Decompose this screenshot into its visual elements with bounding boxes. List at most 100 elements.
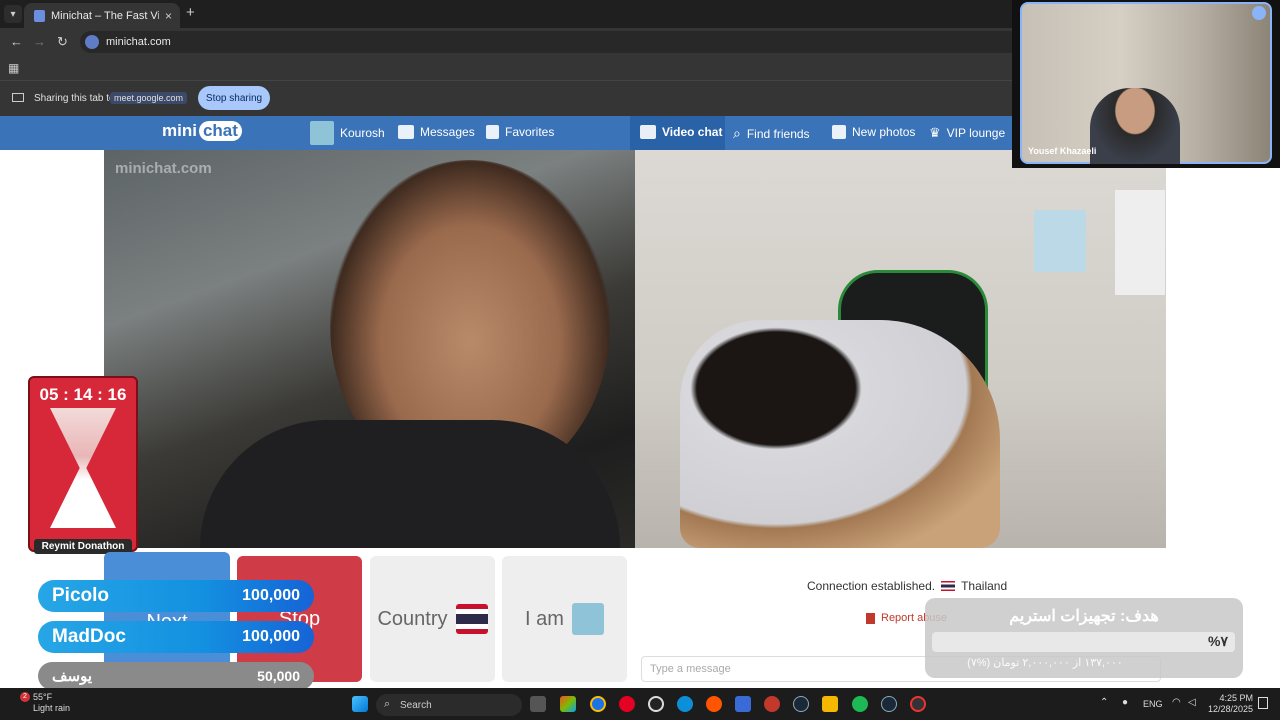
country-button[interactable]: Country [370, 556, 495, 682]
screen-share-icon [12, 93, 24, 102]
weather-widget[interactable]: 55°F Light rain [33, 692, 70, 714]
app-icon[interactable] [910, 696, 926, 712]
i-am-label: I am [525, 607, 564, 630]
message-placeholder: Type a message [650, 663, 731, 675]
thailand-flag-icon [455, 604, 488, 634]
volume-icon[interactable]: ◁ [1188, 697, 1196, 708]
microphone-icon[interactable]: ● [1122, 697, 1128, 708]
video-chat-icon [640, 125, 656, 139]
user-avatar-icon [310, 121, 334, 145]
nav-favorites-label: Favorites [505, 125, 555, 139]
i-am-button[interactable]: I am [502, 556, 627, 682]
reload-icon[interactable]: ↻ [57, 34, 68, 50]
spotify-icon[interactable] [852, 696, 868, 712]
nav-vip-lounge[interactable]: ♛ VIP lounge [929, 125, 1005, 141]
new-tab-button[interactable]: + [186, 4, 195, 21]
donation-bar: MadDoc 100,000 [38, 621, 314, 653]
nav-new-photos[interactable]: New photos [832, 125, 915, 139]
soundcloud-icon[interactable] [706, 696, 722, 712]
nav-vip-lounge-label: VIP lounge [946, 126, 1006, 140]
sharing-text: Sharing this tab to [34, 93, 115, 104]
donor-name: MadDoc [52, 626, 126, 647]
donation-bar: Picolo 100,000 [38, 580, 314, 612]
bookmark-icon [486, 125, 499, 139]
apps-grid-icon[interactable]: ▦ [8, 61, 19, 75]
task-view-icon[interactable] [530, 696, 546, 712]
flag-icon [866, 612, 875, 624]
search-label: Search [400, 699, 432, 711]
weather-desc: Light rain [33, 703, 71, 713]
copilot-icon[interactable] [560, 696, 576, 712]
close-tab-icon[interactable]: × [165, 9, 172, 23]
search-icon: ⌕ [384, 698, 391, 710]
nav-video-chat-label: Video chat [662, 125, 723, 139]
url-text: minichat.com [106, 36, 171, 48]
edge-icon[interactable] [677, 696, 693, 712]
windows-start-icon[interactable] [352, 696, 368, 712]
nav-profile[interactable]: Kourosh [310, 121, 385, 145]
notification-bell-icon[interactable] [1258, 697, 1268, 709]
self-person [680, 320, 1000, 548]
clock-time: 4:25 PM [1219, 693, 1254, 703]
donor-name: یوسف [52, 668, 93, 685]
clock-date: 12/28/2025 [1208, 704, 1254, 714]
donation-bar: یوسف 50,000 [38, 662, 314, 690]
tray-chevron-icon[interactable]: ⌃ [1100, 697, 1108, 708]
obs-icon[interactable] [648, 696, 664, 712]
goal-percent: %۷ [1208, 633, 1228, 649]
logo-chat: chat [198, 121, 242, 141]
donation-amount: 100,000 [242, 628, 300, 645]
forward-icon[interactable]: → [33, 34, 46, 49]
app-icon[interactable] [764, 696, 780, 712]
envelope-icon [398, 125, 414, 139]
back-icon[interactable]: ← [10, 34, 23, 49]
language-indicator[interactable]: ENG [1143, 699, 1163, 709]
meet-person [1090, 88, 1180, 164]
nav-new-photos-label: New photos [852, 125, 916, 139]
thailand-flag-icon [941, 581, 956, 591]
partner-shirt [200, 420, 620, 548]
crown-icon: ♛ [929, 125, 941, 140]
nav-messages[interactable]: Messages [398, 125, 475, 139]
site-info-icon[interactable] [85, 35, 99, 49]
taskbar-search[interactable]: ⌕ Search [376, 694, 522, 716]
donation-amount: 100,000 [242, 587, 300, 604]
url-field[interactable]: minichat.com [80, 31, 1020, 53]
nav-video-chat[interactable]: Video chat [640, 125, 722, 139]
mic-activity-icon [1252, 6, 1266, 20]
photos-grid-icon [832, 125, 846, 139]
goal-progress-bar [932, 632, 1235, 652]
magnifier-icon: ⌕ [733, 125, 741, 141]
wifi-icon[interactable]: ◠ [1172, 697, 1181, 708]
pinterest-icon[interactable] [619, 696, 635, 712]
chrome-icon[interactable] [590, 696, 606, 712]
donation-amount: 50,000 [257, 668, 300, 684]
weather-badge: 2 [20, 692, 30, 702]
goal-title: هدف: تجهیزات استریم [1009, 608, 1159, 625]
steam-icon[interactable] [793, 696, 809, 712]
tab-search-dropdown[interactable]: ▾ [4, 5, 22, 23]
nav-favorites[interactable]: Favorites [486, 125, 554, 139]
browser-tab[interactable]: Minichat – The Fast Video C × [24, 3, 180, 28]
goal-subtitle: ۱۳۷,۰۰۰ از ۲,۰۰۰,۰۰۰ تومان (%۷) [967, 657, 1123, 669]
nav-find-friends[interactable]: ⌕ Find friends [733, 125, 810, 142]
connection-country: Thailand [961, 579, 1008, 593]
user-avatar-icon [571, 603, 604, 635]
store-icon[interactable] [735, 696, 751, 712]
taskbar-clock[interactable]: 4:25 PM 12/28/2025 [1208, 693, 1253, 715]
minichat-logo[interactable]: mini chat [162, 121, 242, 141]
wall-poster [1034, 210, 1086, 272]
wall-poster [1115, 190, 1165, 295]
windows-taskbar [0, 688, 1280, 720]
meet-participant-name: Yousef Khazaeli [1028, 146, 1097, 156]
logo-mini: mini [162, 121, 197, 140]
file-explorer-icon[interactable] [822, 696, 838, 712]
nav-find-friends-label: Find friends [746, 126, 810, 141]
video-watermark: minichat.com [115, 160, 212, 177]
stop-sharing-button[interactable]: Stop sharing [198, 86, 270, 110]
country-label: Country [377, 607, 448, 630]
tab-favicon [34, 9, 45, 22]
donor-name: Picolo [52, 585, 110, 606]
steam-icon[interactable] [881, 696, 897, 712]
connection-status: Connection established. Thailand [807, 579, 1007, 593]
